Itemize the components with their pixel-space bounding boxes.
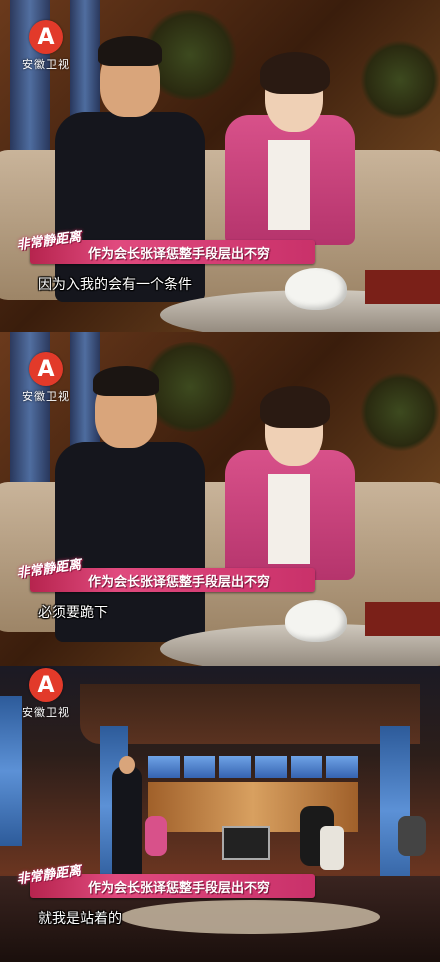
white-chair [320, 826, 344, 870]
standing-man [112, 766, 142, 876]
headline-banner: 非常静距离 作为会长张译惩整手段层出不穷 [16, 558, 315, 592]
teapot [285, 268, 347, 310]
headline-banner: 非常静距离 作为会长张译惩整手段层出不穷 [16, 230, 315, 264]
subtitle-text: 必须要跪下 [38, 605, 108, 621]
stage-lights [148, 756, 359, 778]
light-panel [290, 756, 323, 778]
light-panel [219, 756, 252, 778]
woman-shirt [268, 474, 310, 564]
light-panel [255, 756, 287, 778]
stage-pillar [380, 726, 410, 896]
subtitle-text: 就我是站着的 [38, 911, 122, 927]
light-panel [148, 756, 180, 778]
channel-logo: A 安徽卫视 [22, 352, 70, 404]
tissue-box [365, 270, 440, 304]
man-hair [93, 366, 159, 396]
video-frame-1: A 安徽卫视 非常静距离 作为会长张译惩整手段层出不穷 因为入我的会有一个条件 [0, 0, 440, 332]
headline-text: 作为会长张译惩整手段层出不穷 [88, 880, 271, 896]
woman-hair [260, 386, 330, 428]
show-logo: 非常静距离 [15, 863, 83, 888]
woman-hair [260, 52, 330, 94]
channel-logo: A 安徽卫视 [22, 668, 70, 720]
tissue-box [365, 602, 440, 636]
woman-shirt [268, 140, 310, 230]
stage-rug [120, 900, 380, 934]
anhui-tv-icon: A [29, 352, 63, 386]
stage-pillar [0, 696, 22, 846]
stage-ceiling [80, 684, 420, 744]
channel-logo: A 安徽卫视 [22, 20, 70, 72]
channel-name: 安徽卫视 [22, 390, 70, 403]
video-frame-3: A 安徽卫视 非常静距离 作为会长张译惩整手段层出不穷 就我是站着的 [0, 666, 440, 962]
seated-woman [145, 816, 167, 856]
channel-name: 安徽卫视 [22, 58, 70, 71]
anhui-tv-icon: A [29, 668, 63, 702]
subtitle-text: 因为入我的会有一个条件 [38, 277, 192, 293]
man-hair [98, 36, 162, 66]
teapot [285, 600, 347, 642]
tv-monitor [222, 826, 270, 860]
standing-man-head [119, 756, 135, 774]
video-frame-2: A 安徽卫视 非常静距离 作为会长张译惩整手段层出不穷 必须要跪下 [0, 332, 440, 666]
headline-banner: 非常静距离 作为会长张译惩整手段层出不穷 [16, 864, 315, 898]
light-panel [183, 756, 216, 778]
channel-name: 安徽卫视 [22, 706, 70, 719]
light-panel [326, 756, 359, 778]
anhui-tv-icon: A [29, 20, 63, 54]
background-plant [360, 372, 440, 452]
headline-text: 作为会长张译惩整手段层出不穷 [88, 246, 271, 262]
background-plant [360, 40, 440, 120]
headline-text: 作为会长张译惩整手段层出不穷 [88, 574, 271, 590]
audience-member [398, 816, 426, 856]
